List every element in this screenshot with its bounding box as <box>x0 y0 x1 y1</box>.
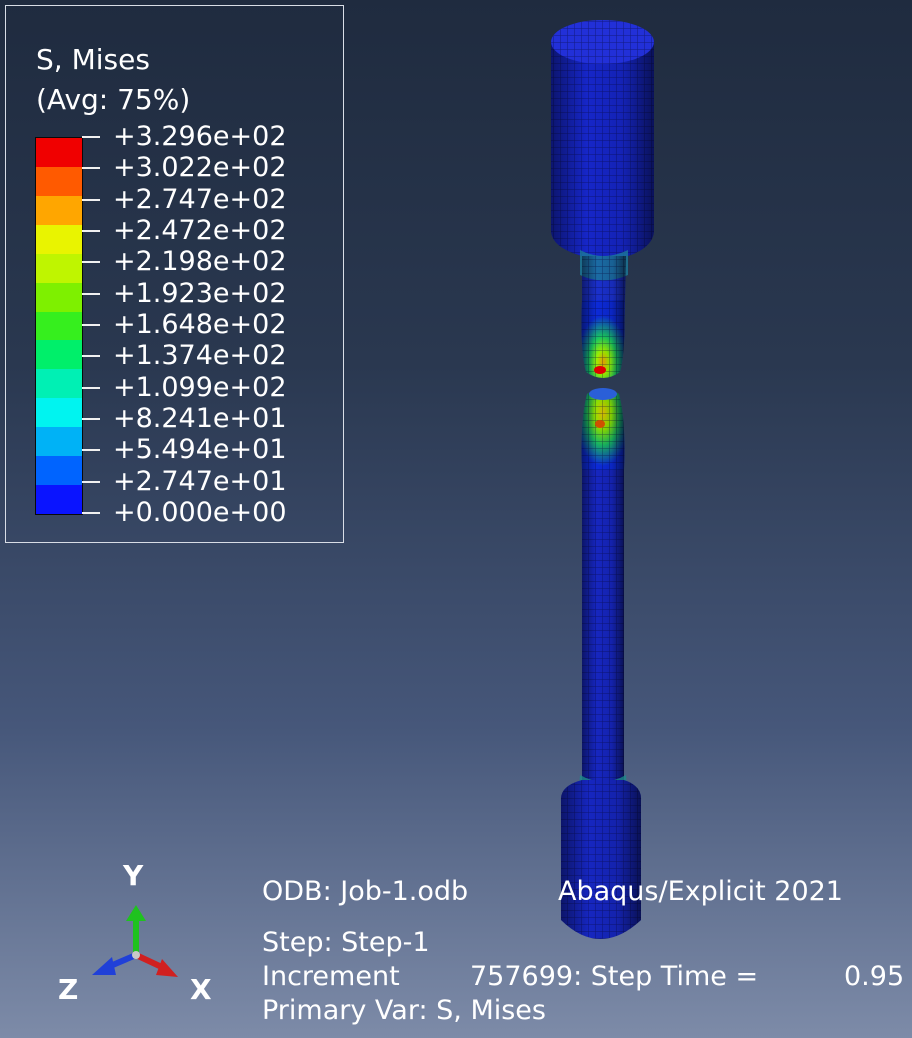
legend-swatch <box>36 427 82 457</box>
odb-label: ODB: Job-1.odb <box>262 876 469 907</box>
legend-value-label: +1.374e+02 <box>113 340 287 372</box>
legend-swatch <box>36 398 82 428</box>
legend-tick <box>82 355 100 358</box>
legend-value-label: +1.099e+02 <box>113 371 287 403</box>
legend-swatch <box>36 369 82 399</box>
legend-value-label: +8.241e+01 <box>113 403 287 434</box>
legend-swatch <box>36 311 82 341</box>
legend-swatch <box>36 253 82 284</box>
triad-axes-icon <box>92 905 178 977</box>
legend-value-label: +2.747e+02 <box>113 183 287 215</box>
legend-value-label: +2.198e+02 <box>113 246 287 278</box>
view-triad[interactable]: Y Z X <box>50 855 220 1015</box>
legend-value-label: +3.022e+02 <box>113 152 287 184</box>
legend-value-label: +5.494e+01 <box>113 434 287 466</box>
legend-swatch <box>36 456 82 486</box>
legend-value-label: +2.472e+02 <box>113 215 287 246</box>
legend-value-label: +1.923e+02 <box>113 277 287 309</box>
legend-tick <box>82 261 100 264</box>
step-label: Step: Step-1 <box>262 927 430 958</box>
contour-legend: S, Mises (Avg: 75%) +3.296e+02 +3.022e+02… <box>5 5 344 543</box>
increment-value: 757699: Step Time = <box>470 961 759 992</box>
legend-value-label: +3.296e+02 <box>113 121 287 152</box>
solver-label: Abaqus/Explicit 2021 <box>558 876 843 907</box>
legend-swatch <box>36 282 82 313</box>
legend-tick <box>82 292 100 295</box>
legend-tick <box>82 230 100 232</box>
legend-tick <box>82 167 100 170</box>
step-time-value: 0.95 <box>844 961 905 992</box>
legend-tick <box>82 136 100 138</box>
legend-swatch <box>36 138 82 168</box>
legend-swatch <box>36 340 82 370</box>
increment-label: Increment <box>262 961 400 992</box>
legend-tick <box>82 512 100 514</box>
legend-value-label: +0.000e+00 <box>113 497 287 528</box>
legend-title: S, Mises <box>36 43 150 76</box>
legend-tick <box>82 386 100 389</box>
tensile-specimen <box>551 20 654 939</box>
legend-tick <box>82 480 100 483</box>
legend-swatch <box>36 195 82 226</box>
legend-color-bar <box>35 137 83 515</box>
legend-subtitle: (Avg: 75%) <box>36 83 191 116</box>
legend-tick <box>82 198 100 201</box>
legend-tick <box>82 418 100 420</box>
legend-value-label: +2.747e+01 <box>113 465 287 497</box>
legend-swatch <box>36 224 82 255</box>
primary-var-label: Primary Var: S, Mises <box>262 995 546 1026</box>
legend-swatch <box>36 166 82 197</box>
legend-value-label: +1.648e+02 <box>113 309 287 340</box>
legend-tick <box>82 324 100 326</box>
legend-tick <box>82 449 100 452</box>
legend-swatch <box>36 485 82 515</box>
